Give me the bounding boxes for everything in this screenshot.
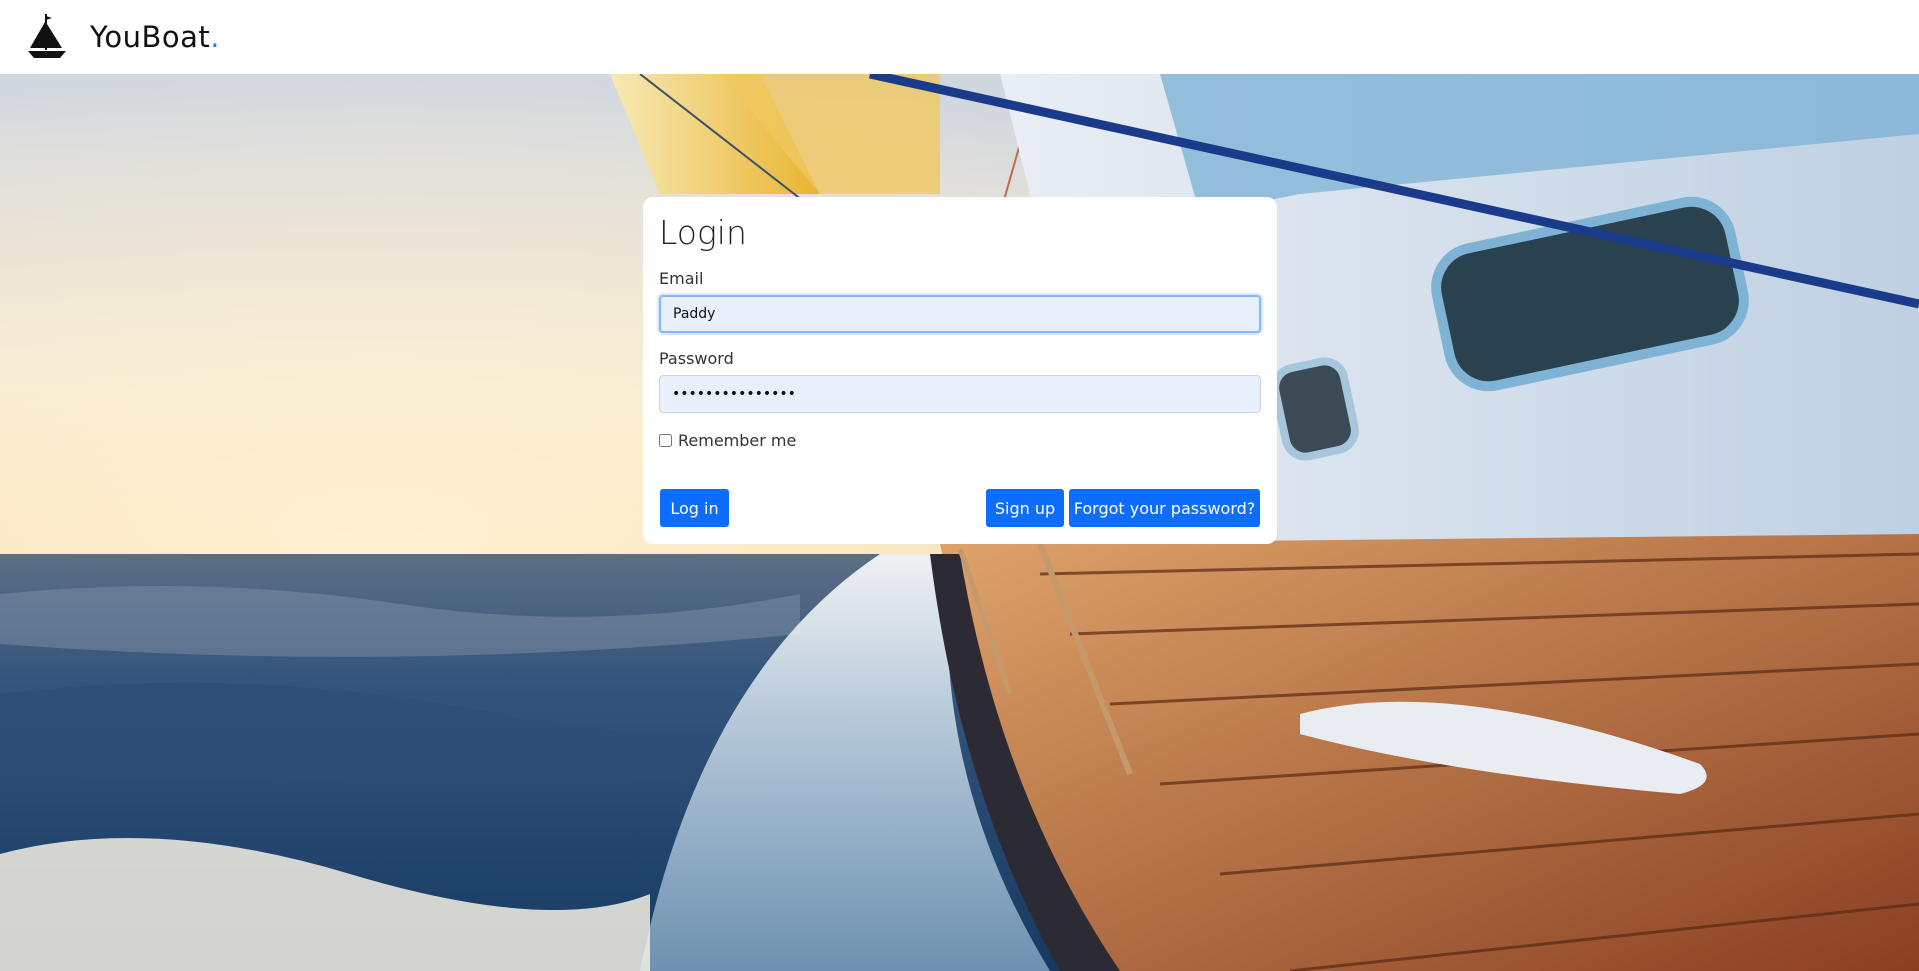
login-actions: Log in Sign up Forgot your password?: [660, 489, 1260, 527]
remember-me-checkbox[interactable]: [659, 433, 672, 447]
top-navbar: YouBoat.: [0, 0, 1919, 74]
remember-me-label[interactable]: Remember me: [678, 431, 796, 450]
forgot-password-button[interactable]: Forgot your password?: [1069, 489, 1260, 527]
brand-name[interactable]: YouBoat.: [90, 20, 220, 54]
brand-dot: .: [210, 20, 220, 54]
login-card: Login Email Password Remember me Log in …: [643, 197, 1277, 544]
brand-text: YouBoat: [90, 20, 211, 54]
email-label: Email: [659, 269, 704, 288]
password-label: Password: [659, 349, 734, 368]
email-field[interactable]: [659, 295, 1261, 333]
password-field[interactable]: [659, 375, 1261, 413]
login-title: Login: [659, 213, 747, 252]
sign-up-button[interactable]: Sign up: [986, 489, 1064, 527]
remember-me-row: Remember me: [659, 429, 1261, 451]
log-in-button[interactable]: Log in: [660, 489, 729, 527]
sailboat-icon[interactable]: [26, 12, 68, 62]
